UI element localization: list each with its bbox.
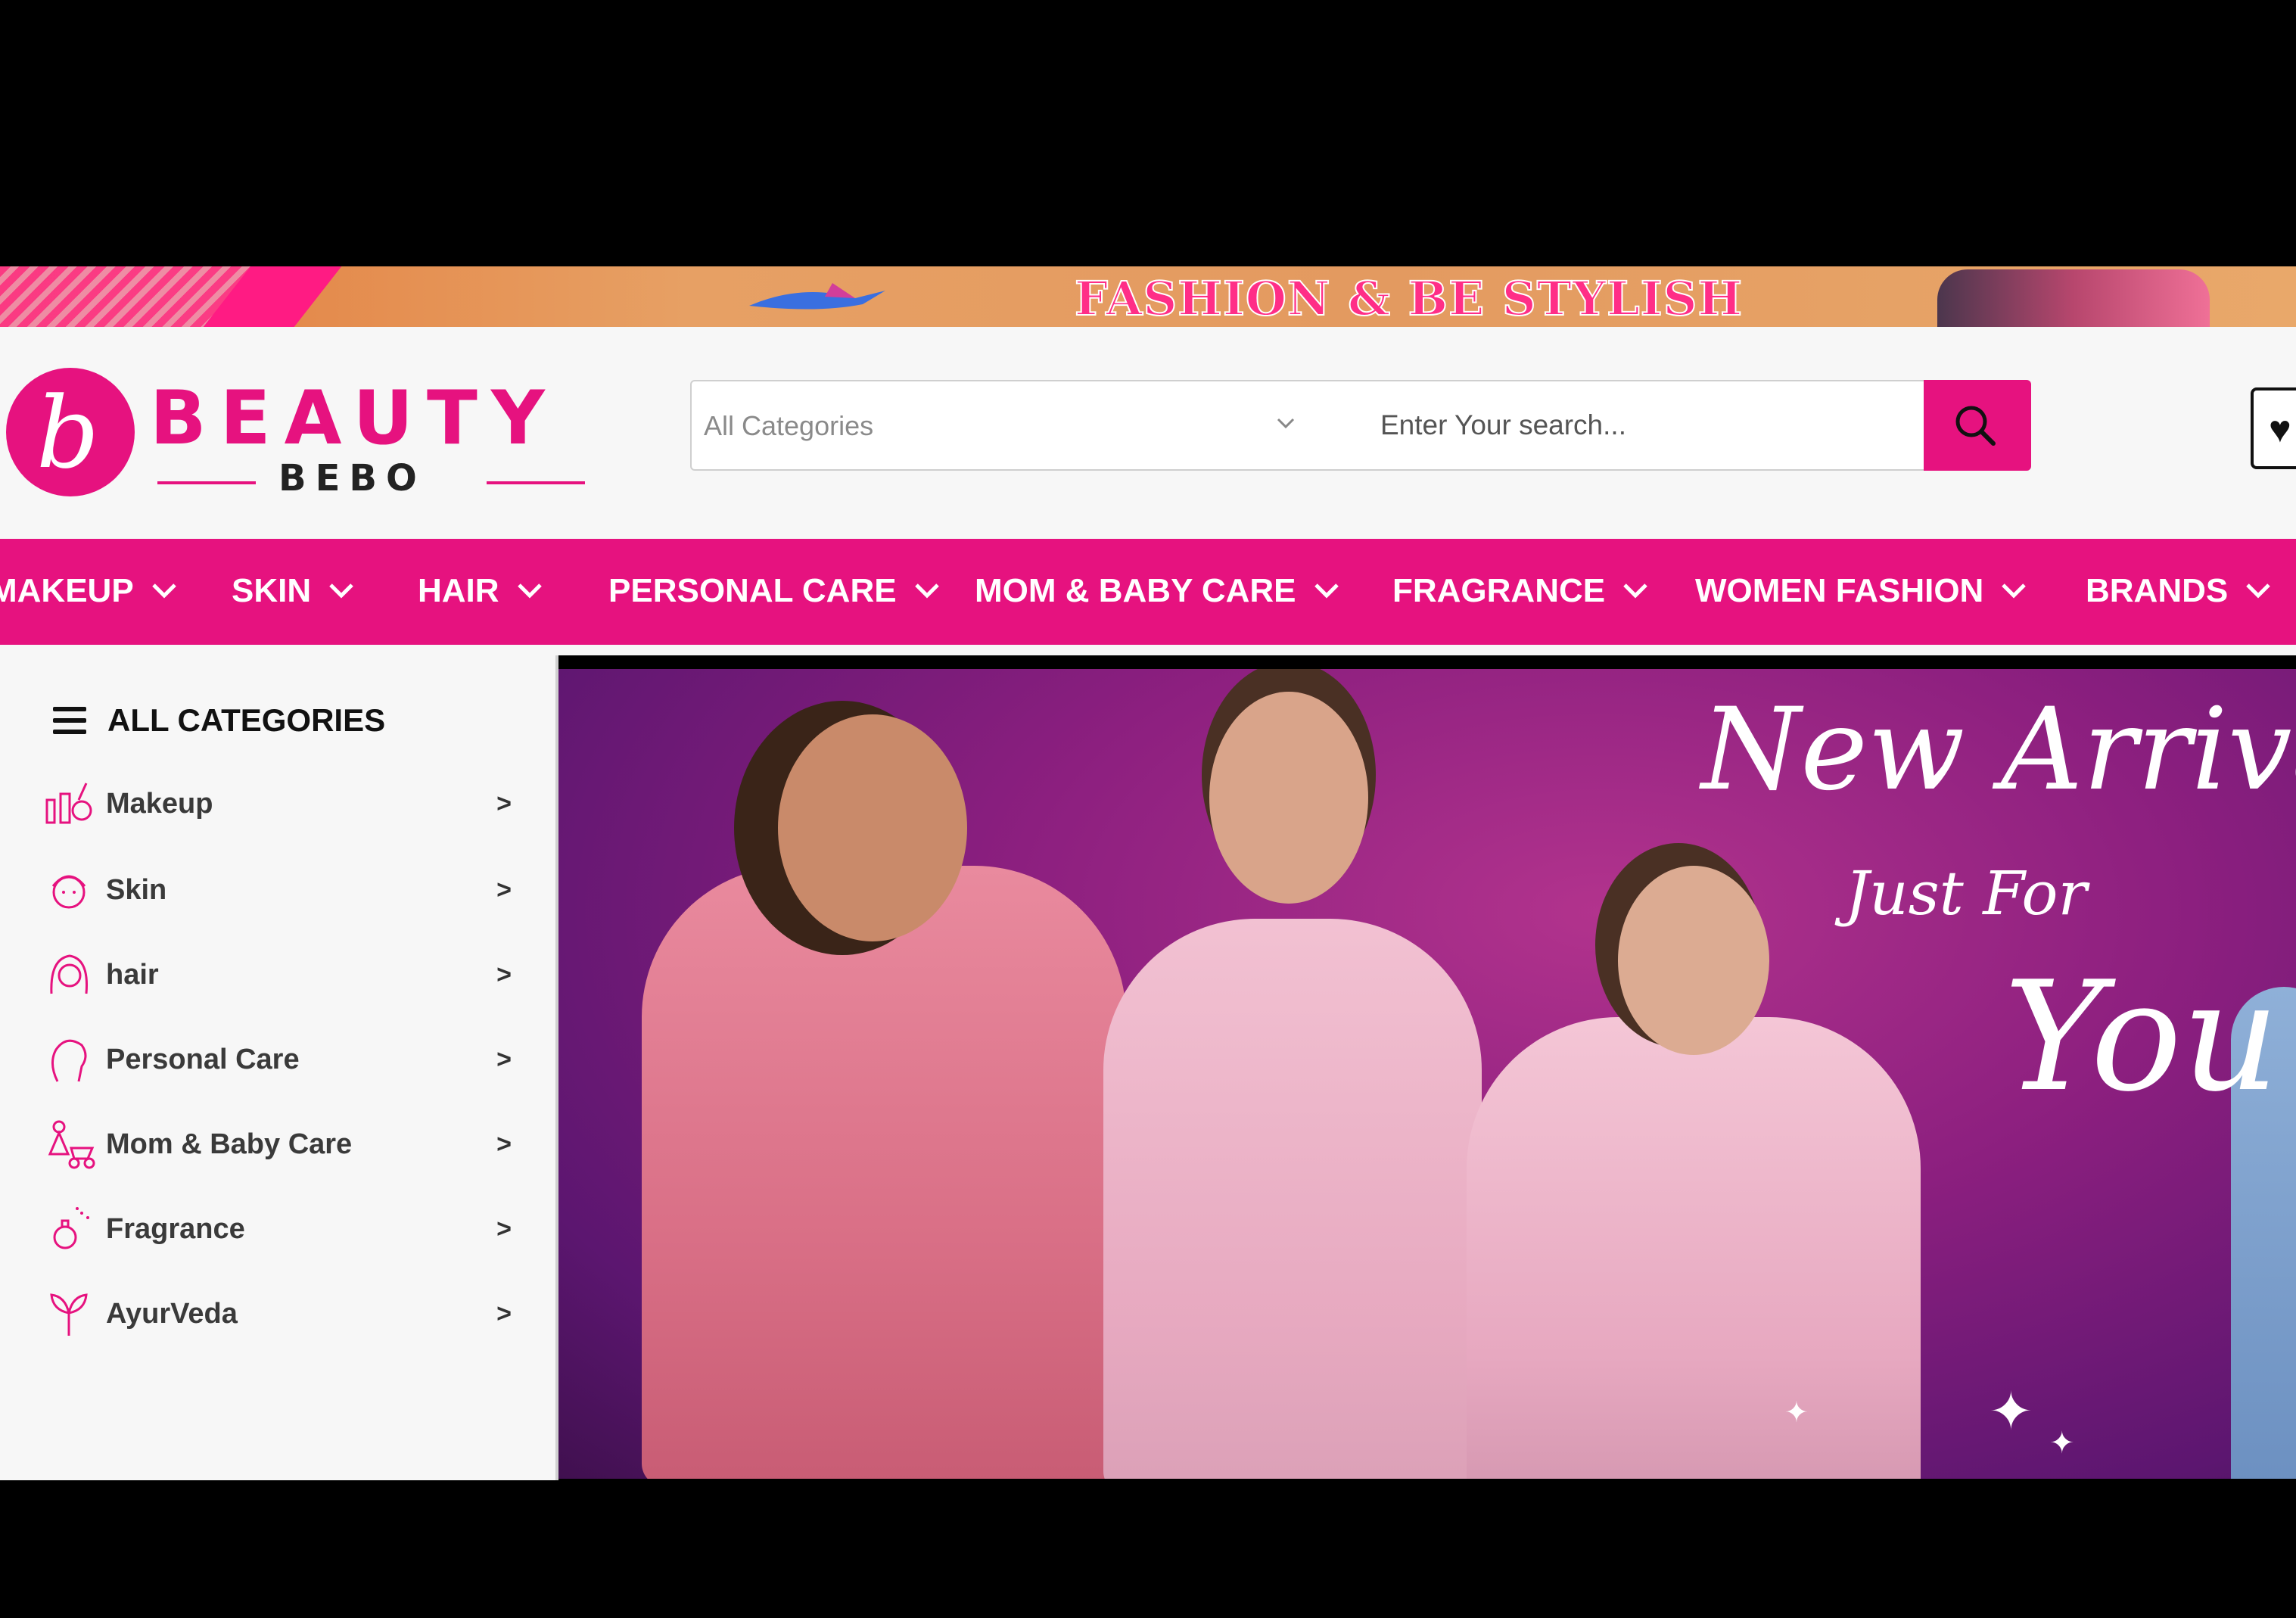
logo-mark: b <box>6 368 135 496</box>
chevron-down-icon <box>1623 583 1647 599</box>
hero-subline: Just For <box>1845 858 2087 929</box>
logo-rule-left <box>157 481 256 484</box>
sidebar-item-skin[interactable]: Skin > <box>42 860 512 920</box>
skin-icon <box>51 875 86 909</box>
menu-icon <box>53 707 86 734</box>
chevron-down-icon <box>2246 583 2271 599</box>
personal-care-icon <box>51 1039 87 1082</box>
search-icon <box>1955 406 1996 446</box>
sidebar-item-label: Personal Care <box>106 1043 300 1075</box>
hero-banner[interactable]: New Arrivals Just For You ✦ ✦ ✦ <box>558 669 2296 1479</box>
mom-baby-icon <box>48 1120 95 1169</box>
sidebar-item-label: Mom & Baby Care <box>106 1128 353 1160</box>
category-select[interactable]: All Categories <box>704 410 873 442</box>
site-header: b BEAUTY BEBO All Categories ♥ <box>0 327 2296 539</box>
promo-models-image <box>1937 269 2210 327</box>
logo-brand-text: BEAUTY <box>150 375 558 462</box>
beauty-bebo-logo[interactable]: b BEAUTY BEBO <box>6 360 585 499</box>
sidebar-item-label: Fragrance <box>106 1212 245 1245</box>
sidebar-item-personal-care[interactable]: Personal Care > <box>42 1029 512 1090</box>
model-figure <box>1467 1017 1921 1479</box>
nav-item-personal-care[interactable]: PERSONAL CARE <box>608 572 941 610</box>
sidebar-item-fragrance[interactable]: Fragrance > <box>42 1199 512 1259</box>
model-head <box>1209 692 1368 904</box>
promo-banner[interactable]: FASHION & BE STYLISH <box>0 266 2296 327</box>
search-bar: All Categories <box>690 380 2031 471</box>
ayurveda-icon <box>50 1293 88 1336</box>
chevron-down-icon <box>517 583 542 599</box>
nav-item-hair[interactable]: HAIR <box>418 572 543 610</box>
sidebar-item-label: Skin <box>106 873 167 906</box>
category-sidebar: ALL CATEGORIES Makeup > Skin > hair > Pe… <box>0 655 558 1480</box>
sparkle-icon: ✦ <box>2049 1427 2075 1460</box>
sidebar-item-label: AyurVeda <box>106 1297 238 1330</box>
promo-text: FASHION & BE STYLISH <box>1074 270 1744 327</box>
sparkle-icon: ✦ <box>1784 1397 1809 1429</box>
chevron-right-icon: > <box>496 875 512 904</box>
chevron-right-icon: > <box>496 1044 512 1074</box>
chevron-down-icon <box>2002 583 2027 599</box>
logo-sub-text: BEBO <box>278 457 426 499</box>
hair-icon <box>50 954 89 994</box>
chevron-right-icon: > <box>496 1299 512 1328</box>
all-categories-heading[interactable]: ALL CATEGORIES <box>53 702 385 739</box>
chevron-down-icon[interactable] <box>1267 404 1305 442</box>
logo-mark-letter: b <box>36 375 100 490</box>
bird-illustration <box>749 283 885 310</box>
model-figure <box>1103 919 1482 1479</box>
nav-item-mom-baby-care[interactable]: MOM & BABY CARE <box>975 572 1340 610</box>
sidebar-item-mom-baby-care[interactable]: Mom & Baby Care > <box>42 1114 512 1175</box>
chevron-down-icon <box>329 583 353 599</box>
nav-item-brands[interactable]: BRANDS <box>2086 572 2272 610</box>
sidebar-item-label: hair <box>106 958 159 991</box>
sidebar-item-makeup[interactable]: Makeup > <box>42 773 512 834</box>
sidebar-item-hair[interactable]: hair > <box>42 944 512 1005</box>
chevron-down-icon <box>151 583 176 599</box>
all-categories-label: ALL CATEGORIES <box>107 702 386 738</box>
sidebar-item-label: Makeup <box>106 787 213 820</box>
chevron-right-icon: > <box>496 1129 512 1159</box>
wishlist-button[interactable]: ♥ <box>2251 387 2296 469</box>
makeup-icon <box>45 783 92 824</box>
hero-headline: New Arrivals <box>1701 684 2296 816</box>
nav-item-fragrance[interactable]: FRAGRANCE <box>1392 572 1649 610</box>
fragrance-icon <box>53 1207 89 1249</box>
logo-rule-right <box>487 481 585 484</box>
model-head <box>1618 866 1769 1055</box>
nav-item-skin[interactable]: SKIN <box>232 572 355 610</box>
model-figure <box>642 866 1126 1479</box>
search-input[interactable] <box>1379 398 1851 453</box>
chevron-right-icon: > <box>496 789 512 818</box>
chevron-right-icon: > <box>496 1214 512 1243</box>
main-nav: MAKEUP SKIN HAIR PERSONAL CARE MOM & BAB… <box>0 539 2296 655</box>
chevron-right-icon: > <box>496 960 512 989</box>
hero-tagline: You <box>2004 949 2279 1125</box>
sidebar-item-ayurveda[interactable]: AyurVeda > <box>42 1284 512 1344</box>
nav-item-makeup[interactable]: MAKEUP <box>0 572 178 610</box>
model-head <box>778 714 967 941</box>
search-button[interactable] <box>1924 380 2031 471</box>
chevron-down-icon <box>914 583 939 599</box>
nav-item-women-fashion[interactable]: WOMEN FASHION <box>1695 572 2027 610</box>
chevron-down-icon <box>1314 583 1339 599</box>
sparkle-icon: ✦ <box>1989 1382 2033 1441</box>
heart-icon: ♥ <box>2269 408 2291 450</box>
